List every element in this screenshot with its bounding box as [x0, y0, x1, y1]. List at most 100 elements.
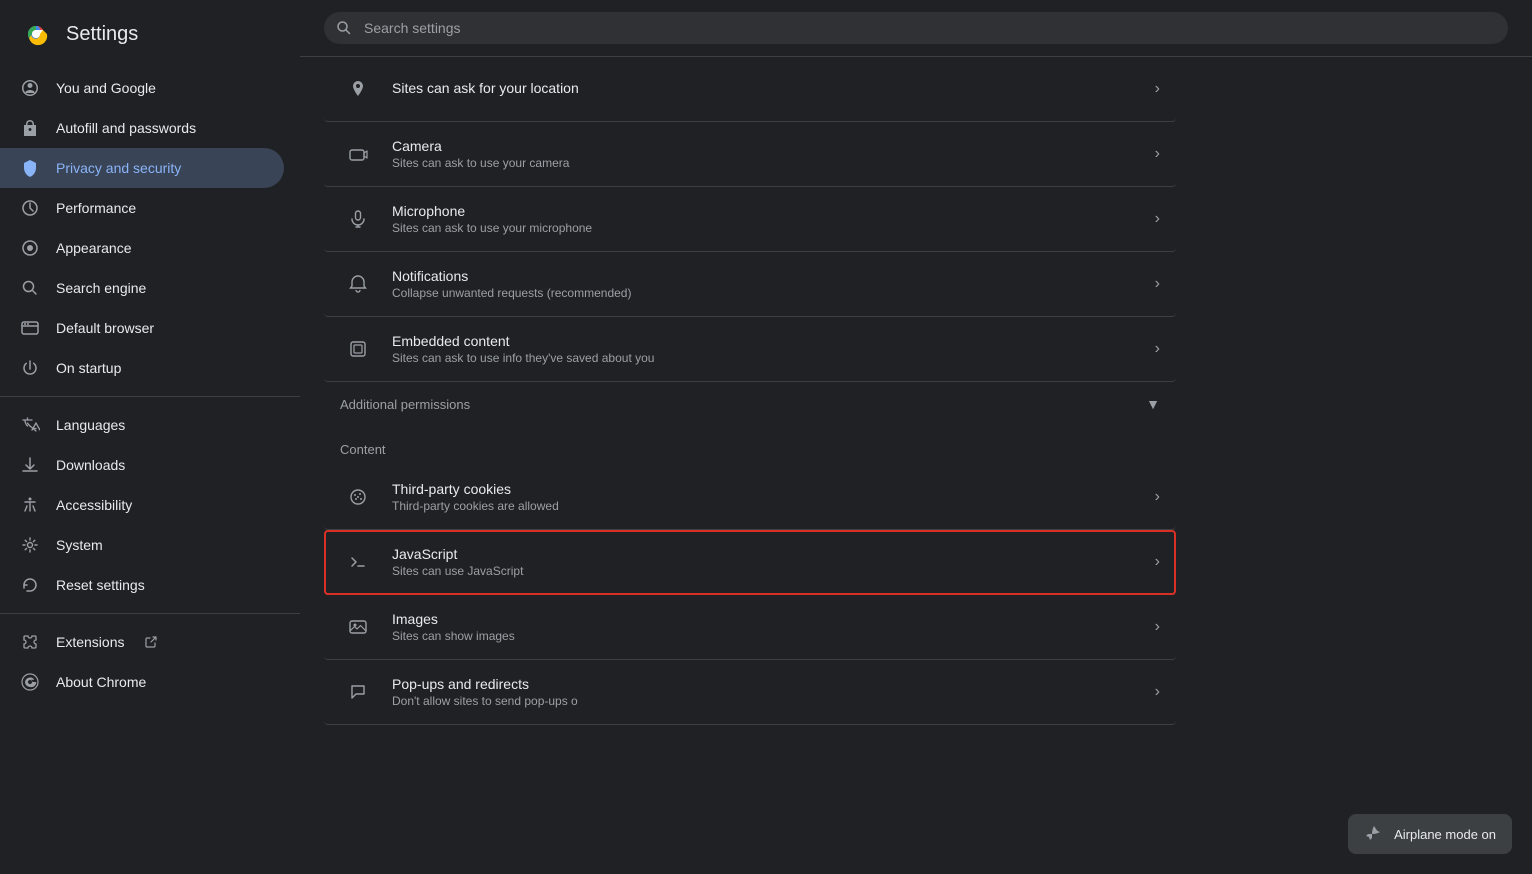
location-icon [340, 71, 376, 107]
sidebar-item-privacy-label: Privacy and security [56, 160, 181, 176]
performance-icon [20, 198, 40, 218]
sidebar-item-system[interactable]: System [0, 525, 284, 565]
camera-title: Camera [392, 138, 1155, 154]
embedded-subtitle: Sites can ask to use info they've saved … [392, 351, 1155, 365]
images-content: Images Sites can show images [392, 611, 1155, 643]
sidebar-header: Settings [0, 0, 300, 68]
location-title: Sites can ask for your location [392, 80, 1155, 96]
third-party-cookies-subtitle: Third-party cookies are allowed [392, 499, 1155, 513]
sidebar-item-accessibility[interactable]: Accessibility [0, 485, 284, 525]
settings-row-embedded[interactable]: Embedded content Sites can ask to use in… [324, 317, 1176, 382]
sidebar-item-downloads[interactable]: Downloads [0, 445, 284, 485]
location-arrow: › [1155, 80, 1160, 98]
sidebar-divider-2 [0, 613, 300, 614]
content-section-title: Content [324, 426, 1176, 465]
shield-icon [20, 158, 40, 178]
search-bar-icon [336, 20, 352, 36]
additional-permissions-label: Additional permissions [340, 397, 470, 412]
sidebar-item-privacy[interactable]: Privacy and security [0, 148, 284, 188]
settings-row-third-party-cookies[interactable]: Third-party cookies Third-party cookies … [324, 465, 1176, 530]
sidebar-item-on-startup-label: On startup [56, 360, 121, 376]
microphone-title: Microphone [392, 203, 1155, 219]
main-content: Sites can ask for your location › Camera… [300, 0, 1532, 874]
third-party-cookies-title: Third-party cookies [392, 481, 1155, 497]
camera-content: Camera Sites can ask to use your camera [392, 138, 1155, 170]
sidebar-item-about-chrome-label: About Chrome [56, 674, 146, 690]
settings-row-notifications[interactable]: Notifications Collapse unwanted requests… [324, 252, 1176, 317]
sidebar: Settings You and Google Autofill and pas… [0, 0, 300, 874]
search-icon [20, 278, 40, 298]
settings-row-location[interactable]: Sites can ask for your location › [324, 57, 1176, 122]
popups-icon [340, 674, 376, 710]
sidebar-item-performance-label: Performance [56, 200, 136, 216]
sidebar-item-on-startup[interactable]: On startup [0, 348, 284, 388]
sidebar-item-reset-settings-label: Reset settings [56, 577, 145, 593]
about-chrome-icon [20, 672, 40, 692]
sidebar-item-accessibility-label: Accessibility [56, 497, 132, 513]
camera-subtitle: Sites can ask to use your camera [392, 156, 1155, 170]
notifications-content: Notifications Collapse unwanted requests… [392, 268, 1155, 300]
notifications-title: Notifications [392, 268, 1155, 284]
settings-row-microphone[interactable]: Microphone Sites can ask to use your mic… [324, 187, 1176, 252]
embedded-title: Embedded content [392, 333, 1155, 349]
images-title: Images [392, 611, 1155, 627]
settings-row-camera[interactable]: Camera Sites can ask to use your camera … [324, 122, 1176, 187]
sidebar-item-appearance[interactable]: Appearance [0, 228, 284, 268]
languages-icon [20, 415, 40, 435]
sidebar-item-autofill-label: Autofill and passwords [56, 120, 196, 136]
downloads-icon [20, 455, 40, 475]
additional-permissions-header[interactable]: Additional permissions ▼ [324, 382, 1176, 426]
sidebar-item-about-chrome[interactable]: About Chrome [0, 662, 284, 702]
sidebar-item-languages[interactable]: Languages [0, 405, 284, 445]
notifications-arrow: › [1155, 275, 1160, 293]
images-subtitle: Sites can show images [392, 629, 1155, 643]
popups-content: Pop-ups and redirects Don't allow sites … [392, 676, 1155, 708]
search-bar [300, 0, 1532, 57]
sidebar-item-you-and-google[interactable]: You and Google [0, 68, 284, 108]
popups-title: Pop-ups and redirects [392, 676, 1155, 692]
sidebar-item-default-browser[interactable]: Default browser [0, 308, 284, 348]
sidebar-item-system-label: System [56, 537, 103, 553]
settings-title: Settings [66, 23, 138, 46]
sidebar-item-you-and-google-label: You and Google [56, 80, 156, 96]
third-party-cookies-arrow: › [1155, 488, 1160, 506]
sidebar-item-autofill[interactable]: Autofill and passwords [0, 108, 284, 148]
settings-row-images[interactable]: Images Sites can show images › [324, 595, 1176, 660]
location-content: Sites can ask for your location [392, 80, 1155, 98]
microphone-arrow: › [1155, 210, 1160, 228]
microphone-content: Microphone Sites can ask to use your mic… [392, 203, 1155, 235]
javascript-icon [340, 544, 376, 580]
sidebar-item-performance[interactable]: Performance [0, 188, 284, 228]
popups-arrow: › [1155, 683, 1160, 701]
external-link-icon [144, 635, 158, 649]
sidebar-item-extensions[interactable]: Extensions [0, 622, 284, 662]
notifications-icon [340, 266, 376, 302]
sidebar-item-downloads-label: Downloads [56, 457, 125, 473]
embedded-icon [340, 331, 376, 367]
notifications-subtitle: Collapse unwanted requests (recommended) [392, 286, 1155, 300]
embedded-content: Embedded content Sites can ask to use in… [392, 333, 1155, 365]
sidebar-item-appearance-label: Appearance [56, 240, 132, 256]
sidebar-item-reset-settings[interactable]: Reset settings [0, 565, 284, 605]
google-icon [20, 78, 40, 98]
settings-row-javascript[interactable]: JavaScript Sites can use JavaScript › [324, 530, 1176, 595]
chrome-logo-icon [20, 18, 52, 50]
embedded-arrow: › [1155, 340, 1160, 358]
sidebar-divider-1 [0, 396, 300, 397]
search-input[interactable] [324, 12, 1508, 44]
images-arrow: › [1155, 618, 1160, 636]
sidebar-item-search-engine[interactable]: Search engine [0, 268, 284, 308]
airplane-mode-label: Airplane mode on [1394, 827, 1496, 842]
settings-row-popups[interactable]: Pop-ups and redirects Don't allow sites … [324, 660, 1176, 725]
camera-arrow: › [1155, 145, 1160, 163]
microphone-icon [340, 201, 376, 237]
javascript-arrow: › [1155, 553, 1160, 571]
javascript-title: JavaScript [392, 546, 1155, 562]
cookies-icon [340, 479, 376, 515]
microphone-subtitle: Sites can ask to use your microphone [392, 221, 1155, 235]
camera-icon [340, 136, 376, 172]
reset-icon [20, 575, 40, 595]
airplane-mode-icon [1364, 824, 1384, 844]
images-icon [340, 609, 376, 645]
popups-subtitle: Don't allow sites to send pop-ups o [392, 694, 1155, 708]
